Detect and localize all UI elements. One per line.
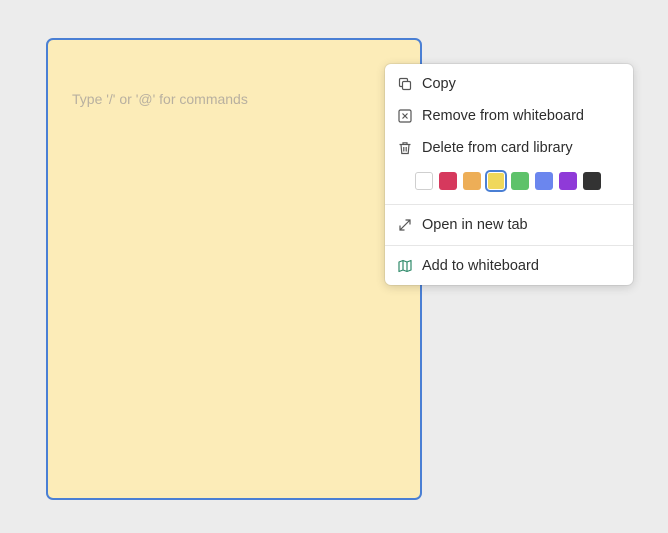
copy-label: Copy <box>422 76 456 92</box>
menu-divider <box>385 204 633 205</box>
close-box-icon <box>398 109 412 123</box>
copy-menu-item[interactable]: Copy <box>385 68 633 100</box>
color-swatch-yellow[interactable] <box>487 172 505 190</box>
color-swatch-white[interactable] <box>415 172 433 190</box>
menu-divider <box>385 245 633 246</box>
delete-from-card-library-menu-item[interactable]: Delete from card library <box>385 132 633 164</box>
add-to-whiteboard-label: Add to whiteboard <box>422 258 539 274</box>
color-swatches <box>415 172 601 190</box>
delete-from-card-library-label: Delete from card library <box>422 140 573 156</box>
color-swatch-red[interactable] <box>439 172 457 190</box>
remove-from-whiteboard-menu-item[interactable]: Remove from whiteboard <box>385 100 633 132</box>
expand-arrows-icon <box>398 218 412 232</box>
color-swatch-orange[interactable] <box>463 172 481 190</box>
map-icon <box>398 259 412 273</box>
remove-from-whiteboard-label: Remove from whiteboard <box>422 108 584 124</box>
open-in-new-tab-label: Open in new tab <box>422 217 528 233</box>
open-in-new-tab-menu-item[interactable]: Open in new tab <box>385 209 633 241</box>
context-menu: Copy Remove from whiteboard Delete from … <box>385 64 633 285</box>
color-swatch-purple[interactable] <box>559 172 577 190</box>
add-to-whiteboard-menu-item[interactable]: Add to whiteboard <box>385 250 633 282</box>
copy-icon <box>398 77 412 91</box>
trash-icon <box>398 141 412 155</box>
whiteboard-canvas[interactable]: Type '/' or '@' for commands Copy Remove… <box>0 0 668 533</box>
card[interactable]: Type '/' or '@' for commands <box>46 38 422 500</box>
color-swatch-blue[interactable] <box>535 172 553 190</box>
color-swatch-black[interactable] <box>583 172 601 190</box>
color-swatch-green[interactable] <box>511 172 529 190</box>
card-placeholder[interactable]: Type '/' or '@' for commands <box>72 91 248 107</box>
